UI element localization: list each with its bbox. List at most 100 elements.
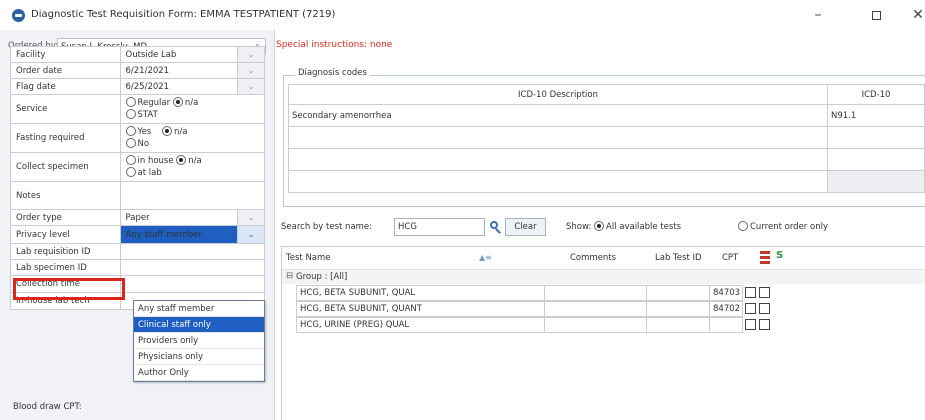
s-column-header[interactable]: S — [776, 250, 783, 261]
test-row[interactable]: HCG, BETA SUBUNIT, QUAL 84703 — [296, 285, 770, 301]
test-checkbox[interactable] — [759, 303, 770, 314]
test-checkbox[interactable] — [759, 287, 770, 298]
collect-na-radio[interactable] — [176, 155, 187, 165]
service-na-label: n/a — [184, 98, 199, 108]
fasting-no-radio[interactable] — [125, 138, 136, 148]
notes-field[interactable] — [119, 181, 265, 210]
diagnosis-row[interactable] — [288, 126, 925, 149]
icd10-code-header[interactable]: ICD-10 — [827, 84, 925, 105]
fasting-yes-radio[interactable] — [125, 126, 136, 136]
test-name-header[interactable]: Test Name — [286, 253, 331, 263]
privacy-level-select[interactable]: Any staff member — [119, 225, 239, 244]
lab-test-id-header[interactable]: Lab Test ID — [655, 253, 702, 263]
test-comments-cell[interactable] — [544, 301, 646, 317]
test-name-cell[interactable]: HCG, BETA SUBUNIT, QUAL — [296, 285, 544, 301]
test-lab-id-cell[interactable] — [646, 301, 709, 317]
service-options: Regular n/a STAT — [119, 94, 265, 124]
privacy-option-highlighted[interactable]: Clinical staff only — [134, 317, 264, 333]
service-na-radio[interactable] — [172, 97, 183, 107]
test-lab-id-cell[interactable] — [646, 285, 709, 301]
service-row: Service Regular n/a STAT — [10, 94, 265, 124]
test-checkbox[interactable] — [759, 319, 770, 330]
fasting-row: Fasting required Yes n/a No — [10, 123, 265, 153]
facility-select[interactable]: Outside Lab — [119, 46, 239, 63]
all-tests-radio[interactable] — [594, 221, 604, 231]
privacy-level-label: Privacy level — [10, 225, 121, 244]
chevron-down-icon[interactable]: ⌄ — [237, 46, 265, 63]
search-icon[interactable] — [488, 220, 504, 234]
tests-table: Test Name ▲≡ Comments Lab Test ID CPT S … — [281, 246, 925, 420]
test-search-input[interactable]: HCG — [394, 218, 485, 236]
chevron-down-icon[interactable]: ⌄ — [237, 62, 265, 79]
test-checkbox[interactable] — [745, 303, 756, 314]
minimize-button[interactable]: – — [800, 4, 836, 26]
diagnosis-code[interactable] — [827, 170, 925, 193]
fasting-options: Yes n/a No — [119, 123, 265, 153]
diagnosis-code[interactable] — [827, 148, 925, 171]
show-all-tests-option[interactable]: All available tests — [594, 221, 681, 232]
comments-header[interactable]: Comments — [570, 253, 616, 263]
diagnosis-description[interactable] — [288, 148, 828, 171]
service-regular-radio[interactable] — [125, 97, 136, 107]
test-row[interactable]: HCG, BETA SUBUNIT, QUANT 84702 — [296, 301, 770, 317]
flag-icon — [760, 250, 770, 264]
order-date-field[interactable]: 6/21/2021 — [119, 62, 239, 79]
test-cpt-cell — [709, 317, 743, 333]
diagnosis-row[interactable] — [288, 170, 925, 193]
privacy-option[interactable]: Author Only — [134, 365, 264, 381]
privacy-option[interactable]: Physicians only — [134, 349, 264, 365]
privacy-option[interactable]: Providers only — [134, 333, 264, 349]
diagnosis-code[interactable]: N91.1 — [827, 104, 925, 127]
service-stat-label: STAT — [137, 110, 158, 120]
current-order-radio[interactable] — [738, 221, 748, 231]
test-lab-id-cell[interactable] — [646, 317, 709, 333]
order-type-select[interactable]: Paper — [119, 209, 239, 226]
icd10-description-header[interactable]: ICD-10 Description — [288, 84, 828, 105]
diagnosis-row[interactable] — [288, 148, 925, 171]
test-checkbox[interactable] — [745, 287, 756, 298]
test-search-bar: Search by test name: HCG Clear Show: All… — [281, 218, 925, 236]
diagnosis-row[interactable]: Secondary amenorrhea N91.1 — [288, 104, 925, 127]
test-checkbox[interactable] — [745, 319, 756, 330]
maximize-button[interactable] — [858, 4, 894, 26]
diagnosis-description[interactable] — [288, 170, 828, 193]
group-row[interactable]: ⊟ Group : [All] — [282, 269, 925, 284]
collect-inhouse-radio[interactable] — [125, 155, 136, 165]
collapse-icon[interactable]: ⊟ — [286, 271, 293, 281]
special-instructions-link[interactable]: Special instructions: none — [276, 40, 392, 50]
window-title: Diagnostic Test Requisition Form: EMMA T… — [31, 9, 336, 20]
order-date-label: Order date — [10, 62, 121, 79]
chevron-down-icon[interactable]: ⌄ — [237, 78, 265, 95]
sort-icon[interactable]: ▲≡ — [479, 253, 492, 262]
cpt-header[interactable]: CPT — [722, 253, 738, 263]
test-row[interactable]: HCG, URINE (PREG) QUAL — [296, 317, 770, 333]
service-stat-radio[interactable] — [125, 109, 136, 119]
order-date-row: Order date 6/21/2021 ⌄ — [10, 62, 265, 79]
show-current-order-option[interactable]: Current order only — [738, 221, 828, 232]
collect-atlab-radio[interactable] — [125, 167, 136, 177]
privacy-level-highlight — [13, 278, 125, 300]
test-comments-cell[interactable] — [544, 317, 646, 333]
test-name-cell[interactable]: HCG, URINE (PREG) QUAL — [296, 317, 544, 333]
lab-requisition-field[interactable] — [119, 243, 265, 260]
diagnosis-description[interactable]: Secondary amenorrhea — [288, 104, 828, 127]
close-button[interactable]: ✕ — [900, 4, 925, 26]
lab-requisition-label: Lab requisition ID — [10, 243, 121, 260]
facility-row: Facility Outside Lab ⌄ — [10, 46, 265, 63]
lab-specimen-field[interactable] — [119, 259, 265, 276]
chevron-down-icon[interactable]: ⌄ — [237, 209, 265, 226]
fasting-na-radio[interactable] — [162, 126, 173, 136]
clear-button[interactable]: Clear — [505, 218, 546, 236]
diagnosis-code[interactable] — [827, 126, 925, 149]
flag-date-field[interactable]: 6/25/2021 — [119, 78, 239, 95]
diagnosis-codes-title: Diagnosis codes — [295, 68, 370, 78]
privacy-option[interactable]: Any staff member — [134, 301, 264, 317]
fasting-na-label: n/a — [174, 127, 188, 137]
collection-time-field[interactable] — [119, 275, 265, 293]
diagnosis-header-row: ICD-10 Description ICD-10 — [288, 84, 925, 105]
test-name-cell[interactable]: HCG, BETA SUBUNIT, QUANT — [296, 301, 544, 317]
collect-specimen-label: Collect specimen — [10, 152, 121, 182]
diagnosis-description[interactable] — [288, 126, 828, 149]
chevron-down-icon[interactable]: ⌄ — [237, 225, 265, 244]
test-comments-cell[interactable] — [544, 285, 646, 301]
